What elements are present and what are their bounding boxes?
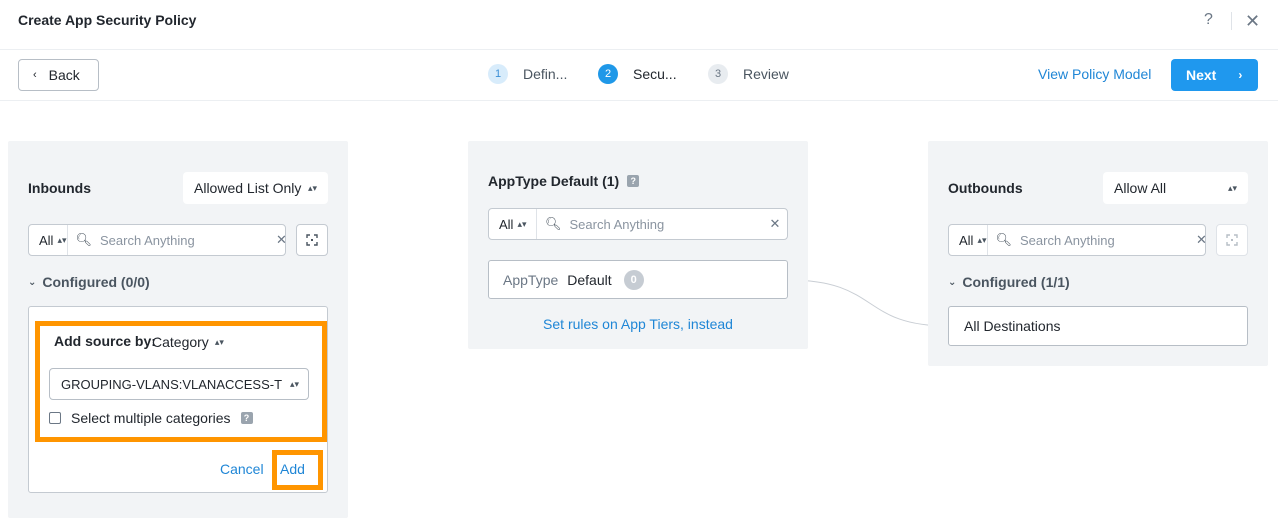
category-value: GROUPING-VLANS:VLANACCESS-T (61, 376, 283, 392)
cancel-button[interactable]: Cancel (220, 461, 264, 477)
outbounds-mode-select[interactable]: Allow All ▴▾ (1103, 172, 1248, 204)
step-number: 1 (488, 64, 508, 84)
step-label: Secu... (633, 66, 677, 82)
fit-view-icon (1226, 234, 1238, 246)
clear-icon[interactable]: ✕ (1196, 232, 1207, 248)
inbounds-filter-select[interactable]: All ▴▾ (29, 225, 68, 255)
highlight-box: Add source by: Category ▴▾ GROUPING-VLAN… (35, 321, 327, 442)
select-multiple-label: Select multiple categories (71, 410, 231, 426)
updown-arrow-icon: ▴▾ (517, 218, 527, 229)
filter-value: All (39, 232, 54, 248)
search-icon: 🔍︎ (75, 232, 93, 247)
chevron-down-icon: ⌄ (948, 276, 957, 288)
fit-view-button[interactable] (296, 224, 328, 256)
clear-icon[interactable]: ✕ (763, 216, 787, 232)
chevron-right-icon: › (1238, 68, 1243, 82)
inbounds-title: Inbounds (28, 180, 91, 196)
outbounds-search-bar: All ▴▾ 🔍︎ ✕ (948, 224, 1207, 256)
step-number: 2 (598, 64, 618, 84)
inbounds-mode-select[interactable]: Allowed List Only ▴▾ (183, 172, 328, 204)
updown-arrow-icon: ▴▾ (214, 336, 224, 347)
filter-value: All (499, 216, 514, 232)
back-button[interactable]: ‹ Back (18, 59, 99, 91)
next-button[interactable]: Next › (1171, 59, 1258, 91)
configured-label: Configured (0/0) (42, 274, 150, 290)
fit-view-button[interactable] (1216, 224, 1248, 256)
apptype-key: AppType (503, 271, 559, 288)
configured-label: Configured (1/1) (962, 274, 1070, 290)
updown-arrow-icon: ▴▾ (307, 182, 317, 193)
close-icon[interactable]: ✕ (1245, 12, 1260, 30)
help-icon[interactable]: ? (1204, 11, 1213, 29)
search-icon: 🔍︎ (995, 232, 1013, 247)
wizard-step-secure[interactable]: 2 Secu... (598, 64, 677, 84)
dialog-header: Create App Security Policy ? ✕ (0, 0, 1278, 50)
clear-icon[interactable]: ✕ (276, 232, 287, 248)
updown-arrow-icon: ▴▾ (289, 378, 299, 389)
next-button-label: Next (1186, 67, 1217, 83)
step-label: Review (743, 66, 789, 82)
select-multiple-row: Select multiple categories ? (49, 410, 253, 426)
inbounds-search-input[interactable] (100, 232, 277, 248)
updown-arrow-icon: ▴▾ (57, 234, 67, 245)
wizard-step-review[interactable]: 3 Review (708, 64, 789, 84)
outbounds-title: Outbounds (948, 180, 1023, 196)
source-type-value: Category (152, 334, 209, 350)
add-source-card: Add source by: Category ▴▾ GROUPING-VLAN… (28, 306, 328, 493)
category-select[interactable]: GROUPING-VLANS:VLANACCESS-T ▴▾ (49, 368, 309, 400)
updown-arrow-icon: ▴▾ (1227, 182, 1237, 193)
select-multiple-checkbox[interactable] (49, 412, 61, 424)
outbounds-configured-toggle[interactable]: ⌄ Configured (1/1) (948, 274, 1070, 290)
help-icon[interactable]: ? (627, 175, 640, 187)
apptype-card[interactable]: AppType Default 0 (488, 260, 788, 299)
apptype-search-input[interactable] (569, 216, 763, 232)
apptype-panel: AppType Default (1) ? All ▴▾ 🔍︎ ✕ AppTyp… (468, 141, 808, 349)
inbounds-search-bar: All ▴▾ 🔍︎ ✕ (28, 224, 287, 256)
chevron-left-icon: ‹ (33, 69, 37, 81)
apptype-value: Default (567, 271, 612, 288)
add-button[interactable]: Add (280, 461, 305, 477)
add-source-label: Add source by: (54, 333, 156, 349)
outbounds-filter-select[interactable]: All ▴▾ (949, 225, 988, 255)
inbounds-configured-toggle[interactable]: ⌄ Configured (0/0) (28, 274, 150, 290)
wizard-step-define[interactable]: 1 Defin... (488, 64, 567, 84)
fit-view-icon (306, 234, 318, 246)
inbounds-panel: Inbounds Allowed List Only ▴▾ All ▴▾ 🔍︎ … (8, 141, 348, 518)
apptype-search-bar: All ▴▾ 🔍︎ ✕ (488, 208, 788, 240)
dialog-title: Create App Security Policy (18, 12, 197, 28)
view-policy-model-link[interactable]: View Policy Model (1038, 66, 1151, 82)
step-number: 3 (708, 64, 728, 84)
updown-arrow-icon: ▴▾ (977, 234, 987, 245)
outbounds-panel: Outbounds Allow All ▴▾ All ▴▾ 🔍︎ ✕ ⌄ Con… (928, 141, 1268, 366)
wizard-toolbar: ‹ Back 1 Defin... 2 Secu... 3 Review Vie… (0, 51, 1278, 101)
step-label: Defin... (523, 66, 568, 82)
back-button-label: Back (48, 67, 80, 83)
outbounds-mode-value: Allow All (1114, 180, 1167, 196)
app-tiers-link[interactable]: Set rules on App Tiers, instead (468, 316, 808, 332)
destination-card[interactable]: All Destinations (948, 306, 1248, 346)
outbounds-search-input[interactable] (1020, 232, 1197, 248)
search-icon: 🔍︎ (545, 216, 562, 231)
help-icon[interactable]: ? (240, 412, 253, 424)
apptype-title: AppType Default (1) (488, 173, 620, 189)
apptype-filter-select[interactable]: All ▴▾ (489, 209, 537, 239)
source-type-select[interactable]: Category ▴▾ (152, 334, 224, 350)
rule-count-badge: 0 (623, 269, 644, 290)
header-divider (1231, 12, 1232, 30)
inbounds-mode-value: Allowed List Only (194, 180, 302, 196)
apptype-title-row: AppType Default (1) ? (488, 173, 640, 189)
filter-value: All (959, 232, 974, 248)
chevron-down-icon: ⌄ (28, 276, 37, 288)
